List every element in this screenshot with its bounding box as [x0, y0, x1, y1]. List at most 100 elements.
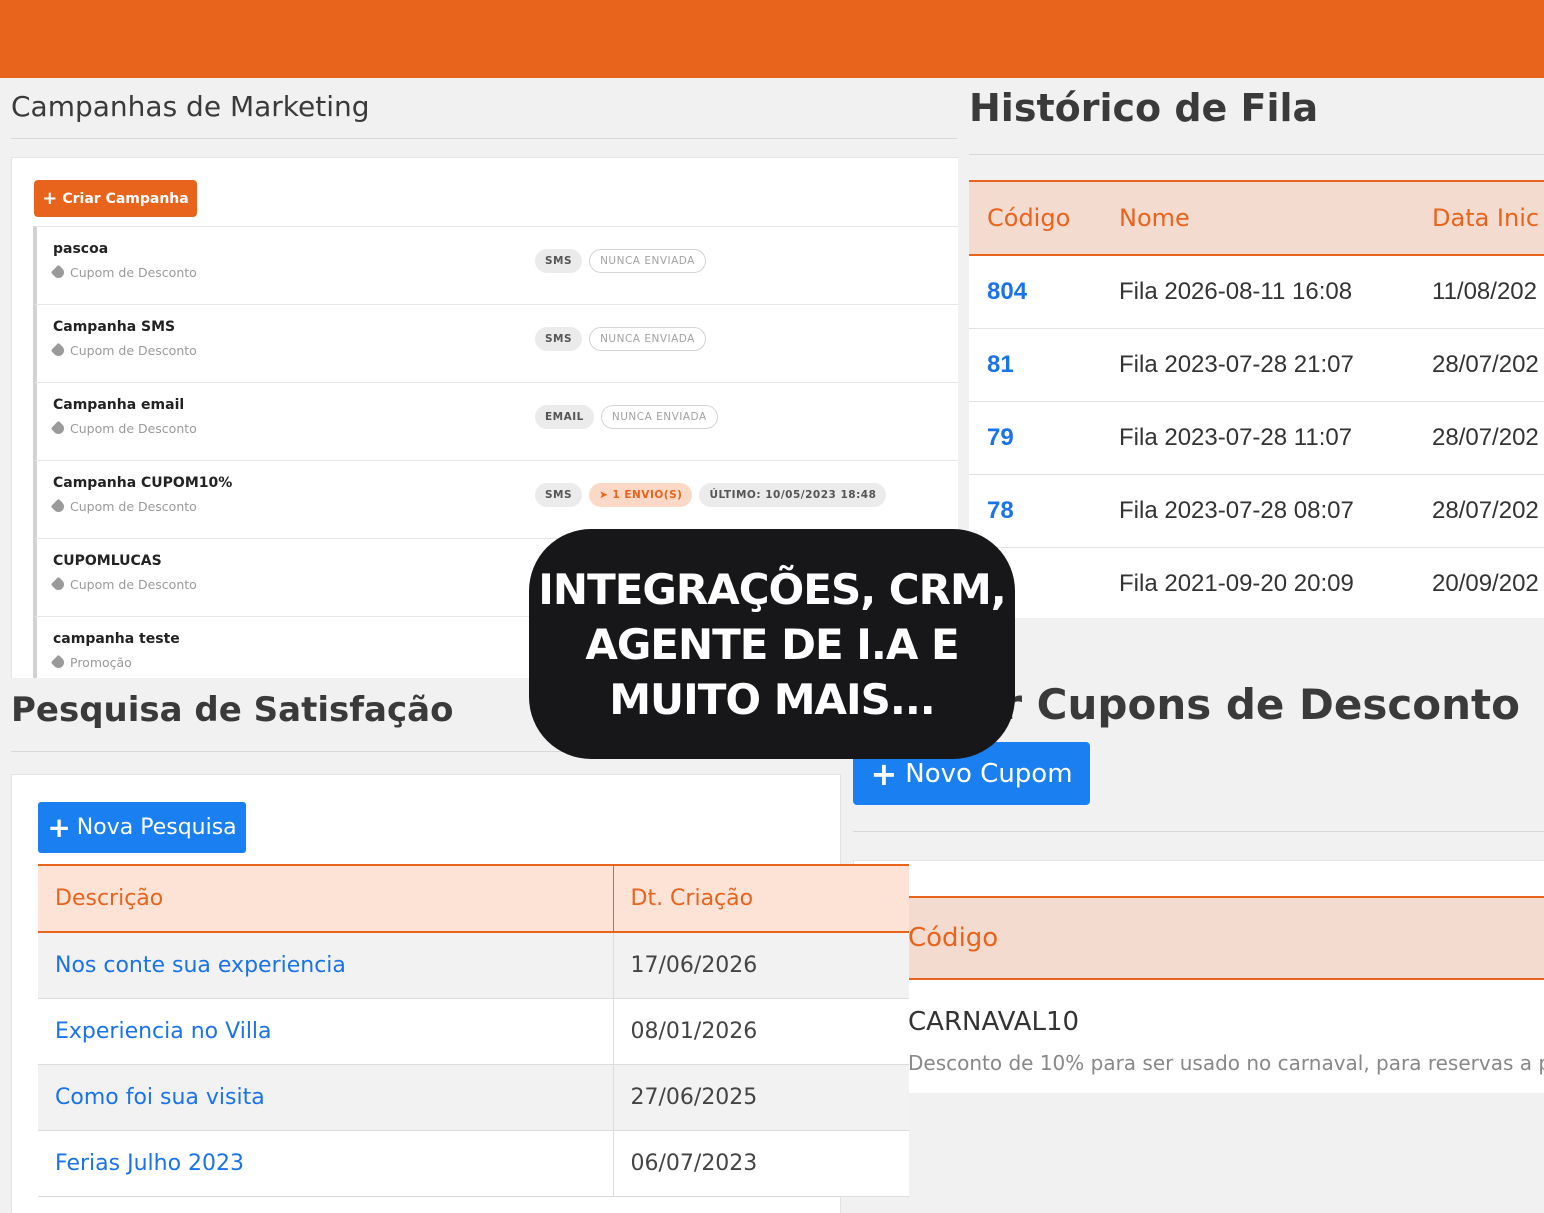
queue-code-link[interactable]: 81 [969, 328, 1119, 402]
status-badge: NUNCA ENVIADA [589, 249, 706, 273]
campaign-name: Campanha CUPOM10% [53, 475, 233, 491]
campaign-name: CUPOMLUCAS [53, 553, 162, 569]
queue-history-title: Histórico de Fila [969, 86, 1319, 130]
queue-date: 28/07/202 [1432, 401, 1544, 475]
plus-icon: + [47, 810, 71, 844]
status-badge: NUNCA ENVIADA [600, 405, 718, 429]
coupon-description: Desconto de 10% para ser usado no carnav… [908, 1051, 1544, 1075]
campaign-item[interactable]: Campanha SMS Cupom de Desconto SMS NUNCA… [33, 304, 958, 382]
campaign-badges: SMS ➤ 1 ENVIO(S) ÚLTIMO: 10/05/2023 18:48 [535, 483, 887, 507]
status-badge: NUNCA ENVIADA [589, 327, 706, 351]
create-campaign-button[interactable]: + Criar Campanha [34, 180, 197, 217]
sent-count-label: 1 ENVIO(S) [612, 489, 683, 501]
table-row: 804 Fila 2026-08-11 16:08 11/08/202 [969, 255, 1544, 329]
table-row: Nos conte sua experiencia 17/06/2026 [38, 932, 909, 999]
queue-code-link[interactable]: 804 [969, 255, 1119, 329]
tag-icon [50, 264, 67, 281]
tag-icon [50, 576, 67, 593]
campaign-name: Campanha email [53, 397, 185, 413]
channel-badge: SMS [535, 249, 583, 273]
create-campaign-label: Criar Campanha [62, 190, 189, 207]
campaign-category: Cupom de Desconto [50, 498, 197, 515]
campaign-badges: SMS NUNCA ENVIADA [535, 249, 706, 273]
channel-badge: SMS [535, 327, 583, 351]
survey-date: 06/07/2023 [613, 1130, 909, 1197]
campaign-category-label: Cupom de Desconto [70, 343, 197, 358]
channel-badge: SMS [535, 483, 583, 507]
campaign-category-label: Cupom de Desconto [70, 577, 197, 592]
last-sent-badge: ÚLTIMO: 10/05/2023 18:48 [699, 483, 887, 507]
column-header-date[interactable]: Data Inic [1432, 180, 1544, 256]
table-header-row: Descrição Dt. Criação [38, 864, 909, 933]
tag-icon [50, 498, 67, 515]
column-header-code[interactable]: Código [969, 180, 1119, 256]
table-header-row: Código Nome Data Inic [969, 180, 1544, 256]
column-header-description[interactable]: Descrição [38, 864, 614, 933]
campaign-category-label: Promoção [70, 655, 132, 670]
survey-date: 08/01/2026 [613, 998, 909, 1065]
queue-name: Fila 2023-07-28 21:07 [1119, 328, 1432, 402]
campaign-item[interactable]: pascoa Cupom de Desconto SMS NUNCA ENVIA… [33, 226, 958, 304]
campaign-category: Cupom de Desconto [50, 264, 197, 281]
column-header-created[interactable]: Dt. Criação [613, 864, 909, 933]
survey-link[interactable]: Ferias Julho 2023 [38, 1130, 614, 1197]
table-row: Como foi sua visita 27/06/2025 [38, 1064, 909, 1131]
queue-name: Fila 2026-08-11 16:08 [1119, 255, 1432, 329]
new-coupon-label: Novo Cupom [905, 758, 1073, 789]
queue-name: Fila 2021-09-20 20:09 [1119, 547, 1432, 618]
table-row: 81 Fila 2023-07-28 21:07 28/07/202 [969, 328, 1544, 402]
top-bar [0, 0, 1544, 78]
campaign-badges: EMAIL NUNCA ENVIADA [535, 405, 718, 429]
survey-date: 27/06/2025 [613, 1064, 909, 1131]
survey-link[interactable]: Nos conte sua experiencia [38, 932, 614, 999]
campaign-name: campanha teste [53, 631, 180, 647]
table-row: Ferias Julho 2023 06/07/2023 [38, 1130, 909, 1197]
campaign-category: Cupom de Desconto [50, 576, 197, 593]
queue-date: 11/08/202 [1432, 255, 1544, 329]
campaign-item[interactable]: Campanha CUPOM10% Cupom de Desconto SMS … [33, 460, 958, 538]
survey-link[interactable]: Como foi sua visita [38, 1064, 614, 1131]
table-row: Experiencia no Villa 08/01/2026 [38, 998, 909, 1065]
campaign-category-label: Cupom de Desconto [70, 499, 197, 514]
tag-icon [50, 342, 67, 359]
queue-name: Fila 2023-07-28 08:07 [1119, 474, 1432, 548]
queue-history-table: Código Nome Data Inic 804 Fila 2026-08-1… [969, 180, 1544, 618]
queue-code-link[interactable]: 78 [969, 474, 1119, 548]
channel-badge: EMAIL [535, 405, 594, 429]
coupons-title: ar Cupons de Desconto [973, 680, 1520, 729]
tag-icon [50, 654, 67, 671]
column-header-code[interactable]: Código [888, 896, 1544, 980]
survey-title: Pesquisa de Satisfação [11, 690, 454, 730]
send-icon: ➤ [599, 489, 609, 501]
promo-overlay-badge: INTEGRAÇÕES, CRM, AGENTE DE I.A E MUITO … [529, 529, 1015, 759]
table-row: 79 Fila 2023-07-28 11:07 28/07/202 [969, 401, 1544, 475]
queue-history-section: Histórico de Fila Código Nome Data Inic … [958, 78, 1544, 618]
survey-date: 17/06/2026 [613, 932, 909, 999]
plus-icon: + [42, 187, 58, 209]
campaign-category: Promoção [50, 654, 132, 671]
campaign-badges: SMS NUNCA ENVIADA [535, 327, 706, 351]
column-header-name[interactable]: Nome [1119, 180, 1432, 256]
survey-table: Descrição Dt. Criação Nos conte sua expe… [38, 864, 909, 1197]
campaign-name: Campanha SMS [53, 319, 176, 335]
queue-date: 28/07/202 [1432, 328, 1544, 402]
campaign-category: Cupom de Desconto [50, 342, 197, 359]
divider [853, 831, 1544, 832]
queue-date: 20/09/202 [1432, 547, 1544, 618]
table-row: Fila 2021-09-20 20:09 20/09/202 [969, 547, 1544, 618]
table-row: 78 Fila 2023-07-28 08:07 28/07/202 [969, 474, 1544, 548]
campaign-category: Cupom de Desconto [50, 420, 197, 437]
new-survey-button[interactable]: + Nova Pesquisa [38, 802, 246, 853]
queue-code-link[interactable]: 79 [969, 401, 1119, 475]
divider [969, 154, 1544, 155]
campaign-category-label: Cupom de Desconto [70, 265, 197, 280]
new-survey-label: Nova Pesquisa [76, 815, 237, 840]
campaigns-title: Campanhas de Marketing [11, 90, 370, 123]
survey-link[interactable]: Experiencia no Villa [38, 998, 614, 1065]
tag-icon [50, 420, 67, 437]
queue-date: 28/07/202 [1432, 474, 1544, 548]
campaign-item[interactable]: Campanha email Cupom de Desconto EMAIL N… [33, 382, 958, 460]
campaign-name: pascoa [53, 241, 109, 257]
campaign-category-label: Cupom de Desconto [70, 421, 197, 436]
sent-count-badge: ➤ 1 ENVIO(S) [589, 483, 693, 507]
